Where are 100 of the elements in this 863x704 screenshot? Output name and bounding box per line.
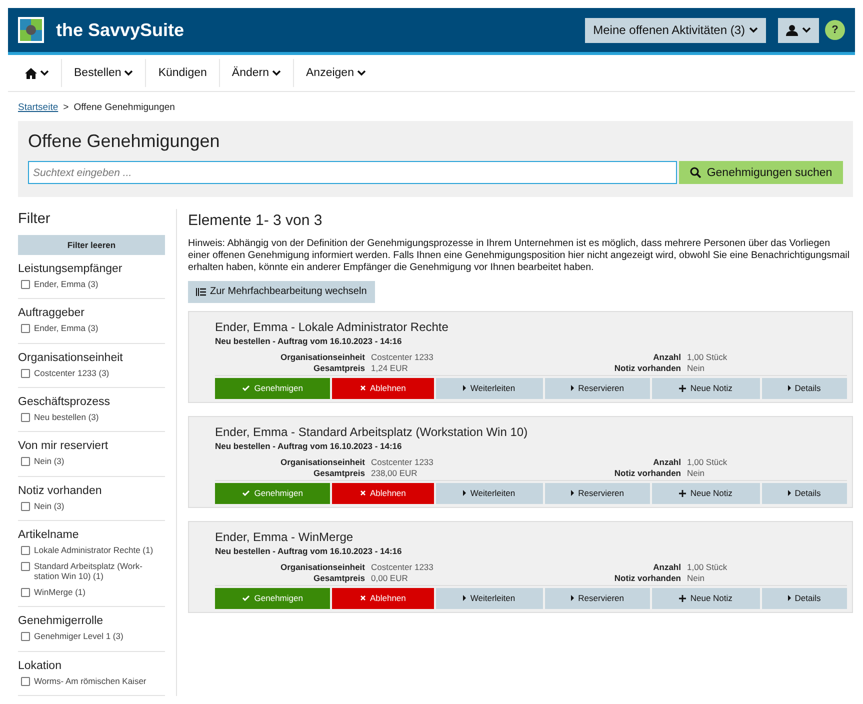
field-value: Costcenter 1233: [371, 456, 434, 467]
list-icon: [196, 288, 206, 296]
reject-button[interactable]: Ablehnen: [332, 482, 434, 504]
nav-menu-item[interactable]: Bestellen: [61, 59, 146, 87]
card-subtitle: Neu bestellen - Auftrag vom 16.10.2023 - 14:16: [215, 336, 403, 346]
filter-option-label: Lokale Administrator Rechte (1): [34, 546, 154, 556]
card-title: Ender, Emma - Lokale Administrator Rechte: [215, 320, 450, 334]
user-menu-button[interactable]: [778, 18, 819, 42]
checkbox[interactable]: [21, 368, 30, 378]
approve-button[interactable]: Genehmigen: [215, 588, 330, 609]
filter-option-label: Standard Arbeitsplatz (Work-station Win 10) (1): [34, 562, 144, 582]
nav-menu-item[interactable]: Anzeigen: [293, 59, 378, 87]
checkbox[interactable]: [21, 502, 30, 511]
caret-right-icon: [463, 490, 466, 496]
search-button[interactable]: Genehmigungen suchen: [679, 161, 843, 184]
filter-group-title: Organisationseinheit: [18, 350, 124, 365]
search-icon: [690, 167, 701, 178]
reject-button[interactable]: Ablehnen: [332, 588, 434, 609]
results-title: Elemente 1- 3 von 3: [188, 212, 324, 229]
caret-right-icon: [788, 490, 791, 496]
close-icon: [360, 490, 366, 496]
action-button[interactable]: Reservieren: [544, 378, 650, 399]
activities-button[interactable]: Meine offenen Aktivitäten (3): [585, 18, 766, 42]
card-subtitle: Neu bestellen - Auftrag vom 16.10.2023 - 14:16: [215, 546, 403, 556]
filter-option-label: Worms- Am römischen Kaiser: [34, 676, 146, 686]
approve-button[interactable]: Genehmigen: [215, 378, 330, 399]
field-value: Nein: [687, 362, 706, 373]
filter-option-label: Costcenter 1233 (3): [34, 368, 110, 378]
caret-right-icon: [571, 385, 574, 392]
filter-group-title: Notiz vorhanden: [18, 484, 103, 498]
filter-option-label: Ender, Emma (3): [34, 324, 98, 334]
help-button[interactable]: ?: [825, 20, 845, 40]
checkbox[interactable]: [21, 546, 30, 556]
breadcrumb-separator: >: [63, 102, 69, 113]
field-value: Costcenter 1233: [371, 562, 434, 572]
action-button[interactable]: Reservieren: [544, 588, 650, 609]
field-value: Costcenter 1233: [371, 352, 434, 362]
checkbox[interactable]: [21, 413, 30, 422]
action-button[interactable]: Neue Notiz: [652, 482, 760, 504]
filter-group-title: Von mir reserviert: [18, 439, 110, 454]
field-label: Organisationseinheit: [279, 562, 365, 572]
caret-right-icon: [788, 595, 791, 602]
checkbox[interactable]: [21, 457, 30, 466]
field-label: Organisationseinheit: [279, 456, 365, 467]
field-label: Gesamtpreis: [312, 572, 365, 583]
hint-text: Hinweis: Abhängig von der Definition der Genehmigungsprozesse in Ihrem Unternehmen ist es möglich, dass mehrere Personen über das Vorliegen einer offenen Genehmigung informiert werden. Falls Ihnen eine Genehmigungsposition hier nicht angezeigt wird, obwohl Sie eine Benachrichtigungsmail erhalten haben, könnte ein anderer Empfänger die Genehmigung vor Ihnen bearbeitet haben.: [188, 238, 851, 275]
field-label: Notiz vorhanden: [613, 572, 681, 583]
approve-button[interactable]: Genehmigen: [215, 482, 330, 504]
chevron-down-icon: [749, 27, 758, 33]
checkbox[interactable]: [21, 632, 30, 642]
caret-right-icon: [571, 490, 574, 496]
plus-icon: [679, 490, 686, 497]
field-value: 1,00 Stück: [687, 456, 728, 467]
logo-icon: [18, 17, 44, 43]
action-button[interactable]: Weiterleiten: [436, 482, 543, 504]
field-value: Nein: [687, 572, 706, 583]
brand-name: the SavvySuite: [56, 20, 184, 40]
action-button[interactable]: Details: [762, 482, 847, 504]
close-icon: [360, 595, 366, 602]
bulk-edit-button[interactable]: Zur Mehrfachbearbeitung wechseln: [188, 280, 375, 303]
nav-menu-item[interactable]: Kündigen: [145, 59, 219, 87]
chevron-down-icon: [802, 27, 811, 33]
field-label: Anzahl: [652, 456, 681, 467]
check-icon: [242, 385, 250, 392]
field-label: Notiz vorhanden: [613, 468, 681, 478]
caret-right-icon: [788, 385, 791, 392]
filter-option-label: Nein (3): [34, 502, 64, 512]
clear-filter-button[interactable]: Filter leeren: [18, 235, 165, 255]
check-icon: [242, 490, 250, 496]
field-value: 1,00 Stück: [687, 352, 728, 362]
action-button[interactable]: Weiterleiten: [436, 378, 543, 399]
caret-right-icon: [463, 595, 466, 602]
field-label: Gesamtpreis: [312, 362, 365, 373]
breadcrumb-current: Offene Genehmigungen: [74, 102, 175, 113]
action-button[interactable]: Neue Notiz: [652, 588, 760, 609]
action-button[interactable]: Neue Notiz: [652, 378, 760, 399]
action-button[interactable]: Reservieren: [544, 482, 650, 504]
action-button[interactable]: Details: [762, 378, 847, 399]
action-button[interactable]: Details: [762, 588, 847, 609]
checkbox[interactable]: [21, 588, 30, 598]
reject-button[interactable]: Ablehnen: [332, 378, 434, 399]
home-icon: [25, 68, 37, 78]
checkbox[interactable]: [21, 562, 30, 572]
filter-group-title: Lokation: [18, 658, 62, 673]
close-icon: [360, 385, 366, 392]
plus-icon: [679, 384, 686, 392]
checkbox[interactable]: [21, 280, 30, 289]
nav-menu-item[interactable]: Ändern: [218, 59, 294, 87]
checkbox[interactable]: [21, 324, 30, 334]
breadcrumb-link[interactable]: Startseite: [18, 102, 58, 113]
filter-title: Filter: [18, 211, 52, 228]
caret-right-icon: [463, 385, 466, 392]
action-button[interactable]: Weiterleiten: [436, 588, 543, 609]
filter-group-title: Genehmigerrolle: [18, 614, 104, 628]
search-field[interactable]: Suchtext eingeben ...: [28, 161, 677, 184]
field-value: 1,00 Stück: [687, 562, 728, 572]
checkbox[interactable]: [21, 676, 30, 686]
field-value: 238,00 EUR: [371, 468, 418, 478]
filter-group-title: Auftraggeber: [18, 306, 86, 320]
check-icon: [242, 595, 250, 602]
